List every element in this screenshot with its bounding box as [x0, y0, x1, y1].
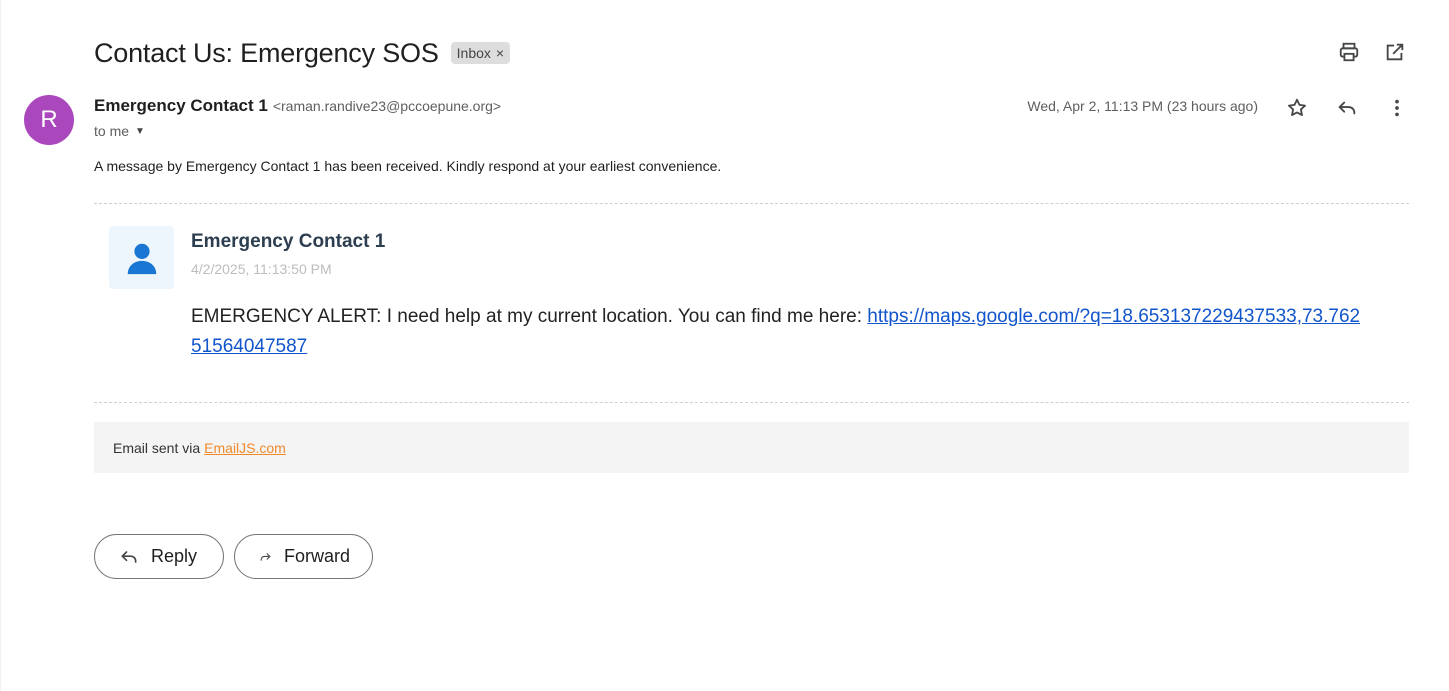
star-icon[interactable] [1285, 96, 1309, 120]
recipient-text: to me [94, 123, 130, 139]
emailjs-link[interactable]: EmailJS.com [204, 440, 286, 456]
email-subject: Contact Us: Emergency SOS [94, 37, 439, 68]
subject-row: Contact Us: Emergency SOS Inbox × [94, 36, 511, 70]
card-sender-name: Emergency Contact 1 [191, 231, 386, 252]
email-date: Wed, Apr 2, 11:13 PM (23 hours ago) [1027, 98, 1258, 114]
thread-toolbar [1337, 40, 1407, 64]
reply-button[interactable]: Reply [94, 534, 224, 579]
footer-prefix: Email sent via [113, 439, 201, 456]
forward-button[interactable]: Forward [234, 534, 373, 579]
email-preview-text: A message by Emergency Contact 1 has bee… [94, 158, 722, 174]
divider [94, 402, 1409, 403]
sender-avatar[interactable]: R [24, 95, 74, 145]
inbox-label-chip[interactable]: Inbox × [450, 42, 511, 64]
reply-arrow-icon [121, 550, 137, 563]
message-text: EMERGENCY ALERT: I need help at my curre… [191, 306, 868, 327]
recipient-details-toggle[interactable]: to me ▼ [94, 123, 145, 139]
label-text: Inbox [456, 45, 491, 61]
sender-email: <raman.randive23@pccoepune.org> [272, 98, 502, 114]
sender-name[interactable]: Emergency Contact 1 [94, 96, 268, 116]
divider [94, 203, 1409, 204]
email-footer: Email sent via EmailJS.com [94, 422, 1409, 473]
print-icon[interactable] [1337, 40, 1361, 64]
forward-label: Forward [283, 546, 350, 566]
message-body: EMERGENCY ALERT: I need help at my curre… [191, 302, 1366, 362]
avatar-letter: R [40, 106, 58, 133]
card-timestamp: 4/2/2025, 11:13:50 PM [191, 261, 332, 277]
reply-label: Reply [151, 546, 198, 566]
chevron-down-icon[interactable]: ▼ [135, 126, 145, 137]
forward-arrow-icon [260, 552, 271, 561]
more-vert-icon[interactable] [1385, 96, 1409, 120]
sender-line: Emergency Contact 1 <raman.randive23@pcc… [94, 96, 501, 116]
open-in-new-icon[interactable] [1383, 40, 1407, 64]
message-actions [1285, 96, 1409, 120]
reply-icon[interactable] [1335, 96, 1359, 120]
email-view: Contact Us: Emergency SOS Inbox × R Emer… [0, 0, 1449, 691]
person-icon [109, 226, 174, 289]
remove-label-icon[interactable]: × [496, 45, 504, 61]
